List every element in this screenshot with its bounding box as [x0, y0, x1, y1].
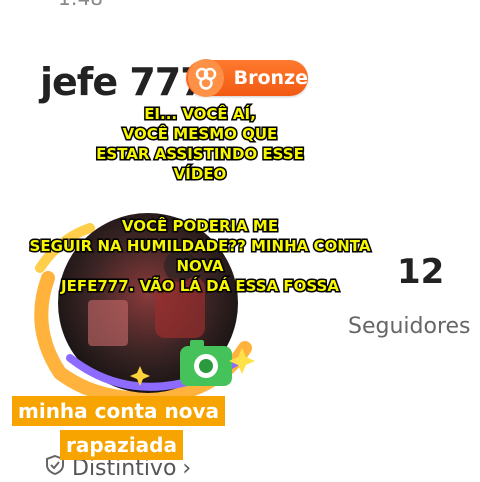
overlay-line: EI... VOCÊ AÍ, — [143, 104, 258, 125]
chevron-right-icon: › — [182, 455, 192, 481]
overlay-text-block-1: EI... VOCÊ AÍ, VOCÊ MESMO QUE ESTAR ASSI… — [10, 104, 390, 185]
caption-line-1: minha conta nova — [12, 396, 225, 426]
followers-count[interactable]: 12 — [397, 252, 444, 292]
level-badge[interactable]: Bronze — [186, 59, 308, 97]
overlay-line: VÍDEO — [172, 164, 228, 185]
caption-line-2: rapaziada — [60, 430, 183, 460]
overlay-line: VOCÊ PODERIA ME — [120, 216, 279, 237]
overlay-line: VOCÊ MESMO QUE — [121, 124, 279, 145]
overlay-line: JEFE777. VÃO LÁ DÁ ESSA FOSSA — [60, 276, 341, 297]
followers-label[interactable]: Seguidores — [348, 314, 471, 339]
profile-username: jefe 777 — [40, 60, 207, 104]
medal-icon — [188, 59, 224, 97]
badge-label: Bronze — [233, 67, 308, 89]
status-time: 1:48 — [58, 0, 103, 10]
overlay-line: ESTAR ASSISTINDO ESSE — [95, 144, 306, 165]
overlay-text-block-2: VOCÊ PODERIA ME SEGUIR NA HUMILDADE?? MI… — [10, 216, 390, 297]
overlay-line: SEGUIR NA HUMILDADE?? MINHA CONTA NOVA — [28, 236, 372, 277]
